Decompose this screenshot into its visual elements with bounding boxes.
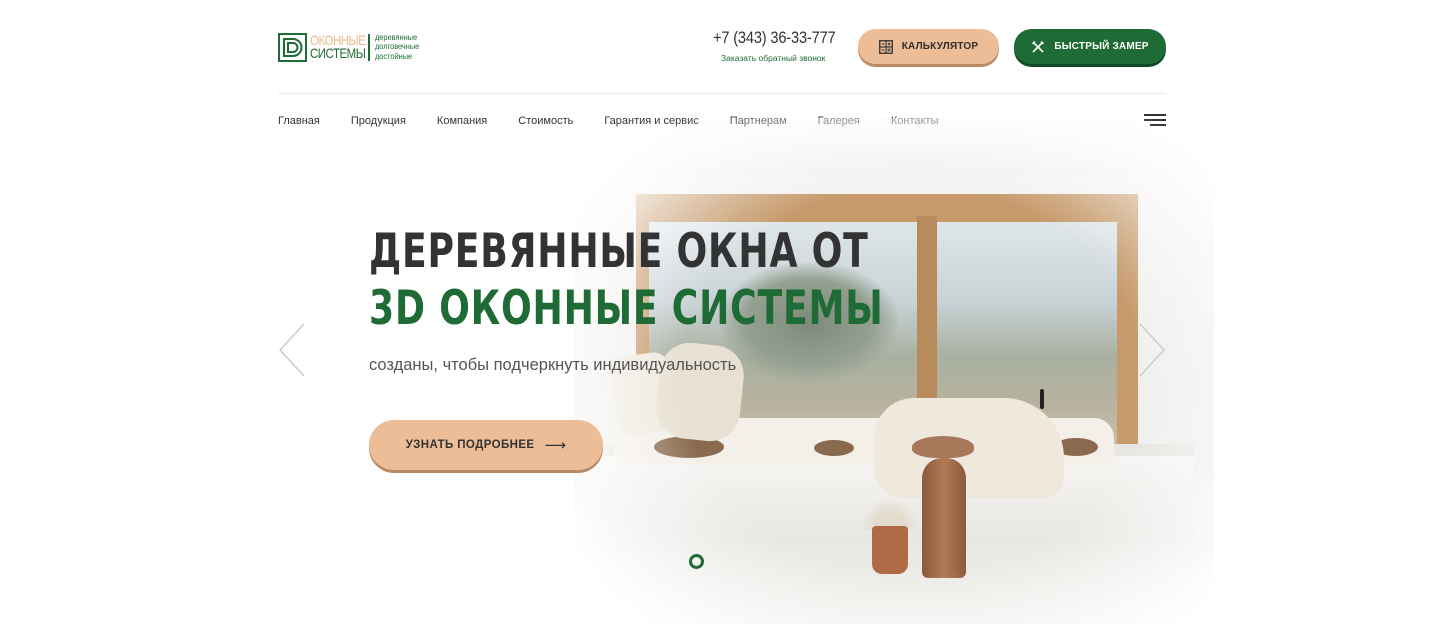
quick-measure-button[interactable]: БЫСТРЫЙ ЗАМЕР [1014, 29, 1166, 64]
header-divider [278, 93, 1166, 94]
learn-more-label: УЗНАТЬ ПОДРОБНЕЕ [405, 439, 535, 451]
phone-link[interactable]: +7 (343) 36-33-777 [713, 28, 836, 48]
nav-item-home[interactable]: Главная [278, 115, 320, 127]
hero-subtitle: созданы, чтобы подчеркнуть индивидуально… [369, 356, 737, 374]
hero-title-line2: 3D ОКОННЫЕ СИСТЕМЫ [369, 281, 884, 336]
nav-item-company[interactable]: Компания [437, 115, 487, 127]
hero-title: ДЕРЕВЯННЫЕ ОКНА ОТ 3D ОКОННЫЕ СИСТЕМЫ [369, 223, 884, 337]
calculator-label: КАЛЬКУЛЯТОР [901, 41, 979, 52]
site-logo[interactable]: ОКОННЫЕ СИСТЕМЫ деревянные долговечные д… [278, 32, 419, 62]
callback-link[interactable]: Заказать обратный звонок [721, 53, 825, 63]
slider-dot-active[interactable] [689, 554, 704, 569]
chevron-left-icon[interactable] [278, 322, 306, 378]
logo-divider [368, 34, 370, 61]
logo-name: ОКОННЫЕ СИСТЕМЫ [310, 33, 366, 61]
hero-title-line1: ДЕРЕВЯННЫЕ ОКНА ОТ [369, 224, 869, 279]
calculator-button[interactable]: КАЛЬКУЛЯТОР [858, 29, 999, 64]
logo-mark-icon [278, 32, 307, 62]
logo-tagline-3: достойные [375, 50, 413, 61]
nav-item-products[interactable]: Продукция [351, 115, 406, 127]
arrow-right-icon: ⟶ [544, 437, 567, 454]
learn-more-button[interactable]: УЗНАТЬ ПОДРОБНЕЕ ⟶ [369, 420, 603, 470]
nav-item-pricing[interactable]: Стоимость [518, 115, 573, 127]
chevron-right-icon[interactable] [1138, 322, 1166, 378]
logo-name-line2: СИСТЕМЫ [310, 45, 366, 61]
logo-tagline: деревянные долговечные достойные [375, 32, 419, 61]
calculator-icon [878, 39, 893, 54]
ruler-cross-icon [1032, 40, 1045, 53]
quick-measure-label: БЫСТРЫЙ ЗАМЕР [1054, 41, 1149, 52]
